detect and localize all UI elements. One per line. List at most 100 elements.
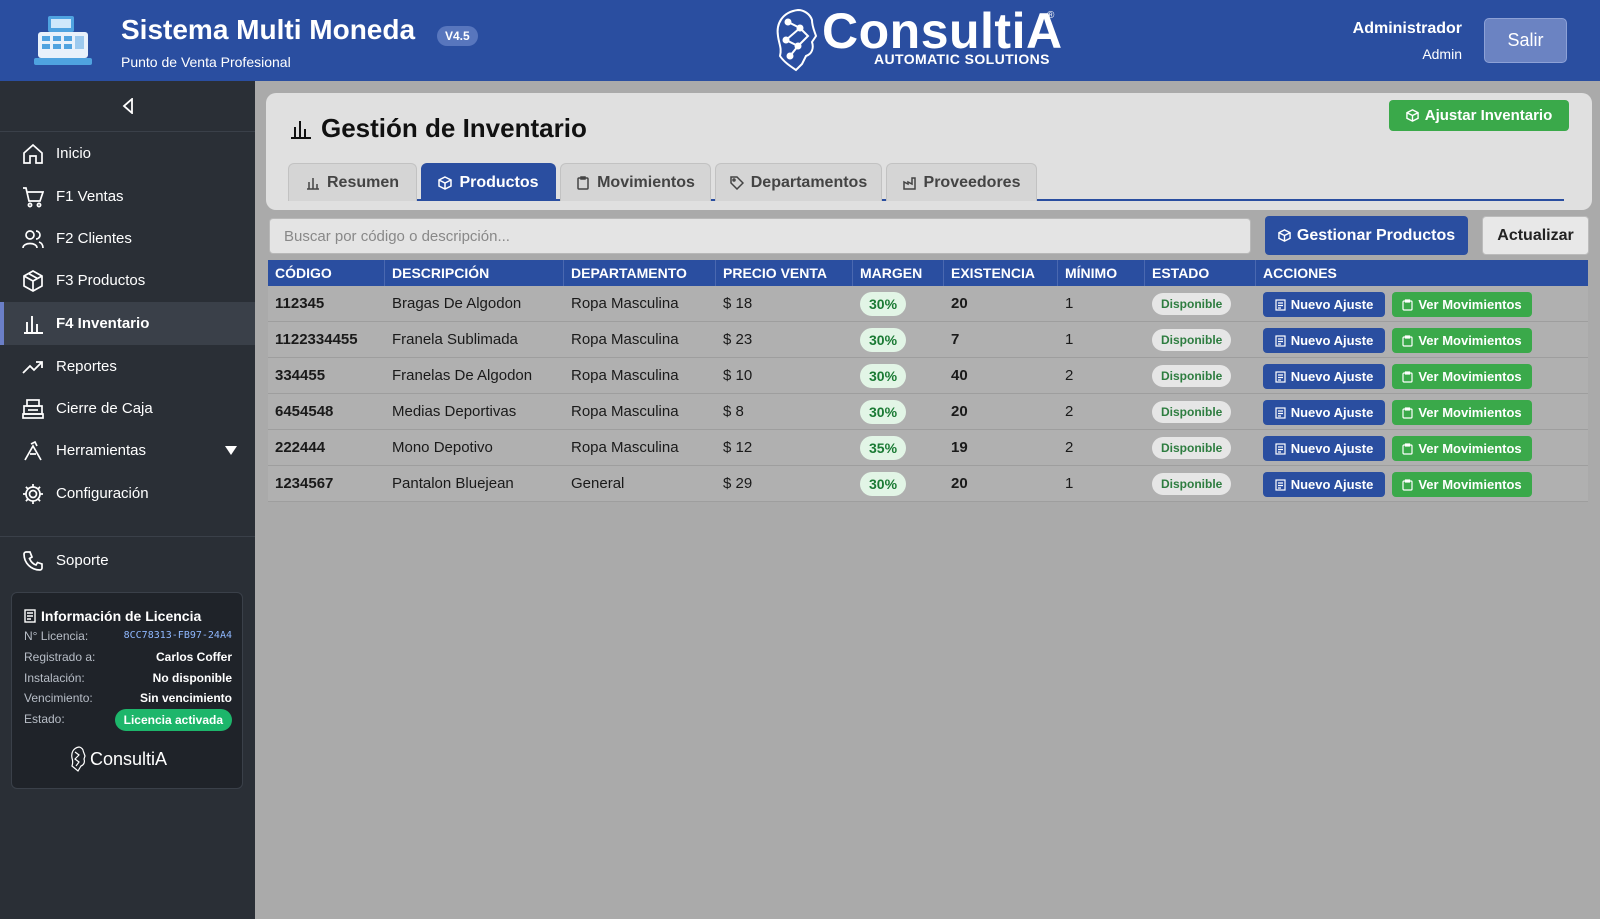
cell-price: $ 18: [723, 295, 753, 312]
clipboard-icon: [1402, 442, 1413, 455]
sidebar-item-inicio[interactable]: Inicio: [0, 132, 255, 175]
adjust-inventory-button[interactable]: Ajustar Inventario: [1389, 100, 1569, 131]
view-movements-label: Ver Movimientos: [1418, 333, 1522, 348]
sidebar-item-ventas[interactable]: F1 Ventas: [0, 175, 255, 218]
license-status-badge: Licencia activada: [114, 709, 232, 731]
cell-price: $ 12: [723, 439, 753, 456]
bar-chart-icon: [306, 177, 319, 190]
search-input[interactable]: [269, 218, 1251, 254]
sidebar-collapse-button[interactable]: [0, 81, 255, 132]
app-title: Sistema Multi Moneda: [121, 14, 416, 45]
users-icon: [22, 230, 44, 249]
cell-department: Ropa Masculina: [571, 403, 679, 420]
view-movements-button[interactable]: Ver Movimientos: [1392, 328, 1532, 353]
sidebar-item-herramientas[interactable]: Herramientas: [0, 429, 255, 472]
license-logo-text: ConsultiA: [90, 749, 168, 769]
box-icon: [23, 270, 43, 292]
view-movements-button[interactable]: Ver Movimientos: [1392, 292, 1532, 317]
new-adjustment-button[interactable]: Nuevo Ajuste: [1263, 364, 1385, 389]
factory-icon: [902, 176, 916, 190]
trend-icon: [22, 361, 43, 374]
new-adjustment-button[interactable]: Nuevo Ajuste: [1263, 472, 1385, 497]
sidebar-item-inventario[interactable]: F4 Inventario: [0, 302, 255, 345]
status-badge: Disponible: [1152, 401, 1232, 424]
license-title: Información de Licencia: [41, 608, 202, 624]
box-icon: [1405, 109, 1419, 122]
tab-productos[interactable]: Productos: [421, 163, 556, 201]
cart-icon: [23, 187, 44, 208]
document-icon: [1275, 478, 1286, 491]
cell-description: Medias Deportivas: [392, 403, 517, 420]
bar-chart-icon: [24, 316, 43, 334]
cell-department: Ropa Masculina: [571, 331, 679, 348]
tab-movimientos[interactable]: Movimientos: [560, 163, 711, 201]
column-header-department[interactable]: DEPARTAMENTO: [564, 260, 716, 286]
column-header-price[interactable]: PRECIO VENTA: [716, 260, 853, 286]
manage-products-button[interactable]: Gestionar Productos: [1265, 216, 1468, 255]
sidebar-item-clientes[interactable]: F2 Clientes: [0, 217, 255, 260]
cell-stock: 7: [951, 331, 960, 348]
status-badge: Disponible: [1152, 437, 1232, 460]
view-movements-button[interactable]: Ver Movimientos: [1392, 472, 1532, 497]
view-movements-button[interactable]: Ver Movimientos: [1392, 436, 1532, 461]
column-header-margin[interactable]: MARGEN: [853, 260, 944, 286]
view-movements-button[interactable]: Ver Movimientos: [1392, 364, 1532, 389]
sidebar: Inicio F1 Ventas F2 Clientes F3 Producto…: [0, 81, 255, 919]
column-header-status[interactable]: ESTADO: [1145, 260, 1256, 286]
sidebar-item-label: Inicio: [56, 145, 92, 162]
view-movements-button[interactable]: Ver Movimientos: [1392, 400, 1532, 425]
sidebar-item-cierre-caja[interactable]: Cierre de Caja: [0, 387, 255, 430]
logout-button[interactable]: Salir: [1484, 18, 1567, 63]
tab-resumen[interactable]: Resumen: [288, 163, 417, 201]
tab-departamentos[interactable]: Departamentos: [715, 163, 882, 201]
sidebar-item-productos[interactable]: F3 Productos: [0, 259, 255, 302]
sidebar-item-configuracion[interactable]: Configuración: [0, 472, 255, 515]
document-icon: [1275, 370, 1286, 383]
new-adjustment-button[interactable]: Nuevo Ajuste: [1263, 328, 1385, 353]
margin-badge: 30%: [860, 364, 907, 389]
refresh-button[interactable]: Actualizar: [1482, 216, 1589, 255]
cell-code: 1122334455: [275, 331, 358, 348]
sidebar-item-label: Reportes: [56, 358, 117, 375]
sidebar-item-label: Configuración: [56, 485, 149, 502]
sidebar-item-reportes[interactable]: Reportes: [0, 345, 255, 388]
column-header-minimum[interactable]: MÍNIMO: [1058, 260, 1145, 286]
cell-price: $ 23: [723, 331, 753, 348]
cell-code: 334455: [275, 367, 326, 384]
column-header-description[interactable]: DESCRIPCIÓN: [385, 260, 564, 286]
column-header-actions: ACCIONES: [1263, 265, 1337, 281]
new-adjustment-label: Nuevo Ajuste: [1290, 405, 1374, 420]
page-title: Gestión de Inventario: [321, 113, 587, 143]
table-row: 334455 Franelas De Algodon Ropa Masculin…: [268, 358, 1588, 394]
cell-status: Disponible: [1145, 466, 1256, 502]
new-adjustment-button[interactable]: Nuevo Ajuste: [1263, 292, 1385, 317]
sidebar-item-soporte[interactable]: Soporte: [0, 539, 255, 582]
table-row: 6454548 Medias Deportivas Ropa Masculina…: [268, 394, 1588, 430]
cell-status: Disponible: [1145, 286, 1256, 322]
new-adjustment-button[interactable]: Nuevo Ajuste: [1263, 400, 1385, 425]
new-adjustment-button[interactable]: Nuevo Ajuste: [1263, 436, 1385, 461]
margin-badge: 30%: [860, 328, 907, 353]
cell-margin: 30%: [853, 394, 944, 430]
cell-stock: 20: [951, 295, 968, 312]
license-row-expiry: Vencimiento: Sin vencimiento: [24, 691, 232, 705]
brand-tagline: AUTOMATIC SOLUTIONS: [874, 51, 1050, 67]
status-badge: Disponible: [1152, 293, 1232, 316]
status-badge: Disponible: [1152, 473, 1232, 496]
box-icon: [438, 175, 453, 190]
tab-proveedores[interactable]: Proveedores: [886, 163, 1037, 201]
column-header-stock[interactable]: EXISTENCIA: [944, 260, 1058, 286]
sidebar-item-label: Herramientas: [56, 442, 147, 459]
brand-logo: ConsultiA ® AUTOMATIC SOLUTIONS: [772, 3, 1062, 76]
sidebar-item-label: Soporte: [56, 552, 109, 569]
column-header-code[interactable]: CÓDIGO: [268, 260, 385, 286]
cell-description: Franela Sublimada: [392, 331, 518, 348]
table-row: 222444 Mono Depotivo Ropa Masculina $ 12…: [268, 430, 1588, 466]
cell-department: Ropa Masculina: [571, 295, 679, 312]
inventory-tabs: Resumen Productos Movimientos Departamen…: [288, 163, 1564, 201]
document-icon: [24, 609, 36, 623]
cell-status: Disponible: [1145, 394, 1256, 430]
cell-description: Pantalon Bluejean: [392, 475, 514, 492]
brand-registered-mark: ®: [1047, 10, 1055, 21]
cell-minimum: 1: [1065, 295, 1074, 312]
